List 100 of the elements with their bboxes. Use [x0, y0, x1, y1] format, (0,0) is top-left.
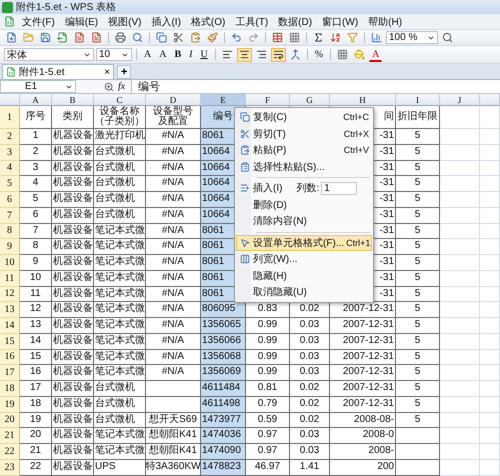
- table-cell: 机器设备: [52, 255, 94, 271]
- row-header[interactable]: 1: [0, 106, 20, 129]
- row-header[interactable]: 12: [0, 286, 20, 302]
- table-cell: 4: [20, 176, 52, 192]
- toolbar-button[interactable]: [113, 30, 128, 44]
- menu-item[interactable]: 格式(O): [188, 14, 228, 28]
- table-cell: [480, 208, 500, 224]
- font-size-button[interactable]: A: [156, 48, 170, 62]
- shortcut-label: Ctrl+C: [343, 112, 369, 122]
- row-header[interactable]: 19: [0, 396, 20, 412]
- merge-icon: [290, 49, 301, 60]
- table-cell: 10: [20, 270, 52, 286]
- column-header[interactable]: A: [20, 94, 52, 106]
- formula-field[interactable]: 编号: [131, 80, 500, 93]
- row-header[interactable]: 4: [0, 160, 20, 176]
- table-cell: [480, 255, 500, 271]
- folder-icon: [23, 32, 34, 43]
- menu-item[interactable]: 帮助(H): [365, 14, 406, 28]
- table-cell: 2008-08-: [330, 412, 396, 428]
- format-button[interactable]: I: [186, 48, 196, 62]
- row-header[interactable]: 23: [0, 460, 20, 476]
- row-header[interactable]: 14: [0, 318, 20, 334]
- font-size-button[interactable]: A: [141, 48, 154, 62]
- table-cell: 机器设备: [52, 318, 94, 334]
- row-header[interactable]: 3: [0, 144, 20, 160]
- row-header[interactable]: 8: [0, 224, 20, 240]
- row-header[interactable]: 22: [0, 444, 20, 460]
- percent-button[interactable]: %: [312, 48, 326, 62]
- close-button[interactable]: ×: [104, 66, 110, 78]
- row-header[interactable]: 5: [0, 176, 20, 192]
- table-cell: 0.99: [246, 334, 290, 350]
- count-field[interactable]: 1: [321, 182, 358, 195]
- export-icon: [57, 32, 68, 43]
- align-button[interactable]: [236, 48, 252, 62]
- row-header[interactable]: 7: [0, 208, 20, 224]
- pointer-icon: [240, 238, 250, 248]
- row-header[interactable]: 13: [0, 302, 20, 318]
- column-header[interactable]: I: [396, 94, 440, 106]
- column-header[interactable]: E: [201, 94, 246, 106]
- function-button[interactable]: fx: [118, 81, 128, 92]
- menu-item[interactable]: 视图(V): [105, 14, 144, 28]
- column-header[interactable]: B: [52, 94, 94, 106]
- row-header[interactable]: 17: [0, 365, 20, 381]
- corner-cell[interactable]: [0, 94, 20, 106]
- menu-item[interactable]: 编辑(E): [62, 14, 102, 28]
- column-header[interactable]: D: [146, 94, 201, 106]
- table-cell: #N/A: [146, 208, 201, 224]
- zoom-field[interactable]: 100 %: [386, 31, 438, 44]
- row-header[interactable]: 11: [0, 270, 20, 286]
- table-cell: [480, 365, 500, 381]
- row-header[interactable]: 6: [0, 192, 20, 208]
- table-cell: 15: [20, 350, 52, 366]
- name-box[interactable]: E1: [0, 80, 76, 93]
- row-header[interactable]: 15: [0, 334, 20, 350]
- font-field[interactable]: 宋体: [4, 48, 94, 61]
- menu-item[interactable]: 数据(D): [275, 14, 316, 28]
- format-button[interactable]: B: [171, 48, 184, 62]
- font-size-field[interactable]: 10: [96, 48, 132, 61]
- toolbar-button[interactable]: [440, 30, 455, 44]
- app-icon: [4, 16, 15, 27]
- menu-item[interactable]: 插入(I): [148, 14, 184, 28]
- table-cell: [396, 428, 440, 444]
- save-icon: [40, 32, 51, 43]
- table-cell: 12: [20, 302, 52, 318]
- table-cell: 1474036: [201, 428, 246, 444]
- menu-item[interactable]: 文件(F): [19, 14, 58, 28]
- menu-item[interactable]: 工具(T): [232, 14, 272, 28]
- font-color-button[interactable]: A: [369, 48, 382, 62]
- row-header[interactable]: 2: [0, 129, 20, 145]
- row-header[interactable]: 20: [0, 412, 20, 428]
- table-cell: 笔记本式微: [94, 255, 146, 271]
- align-button[interactable]: [270, 48, 286, 62]
- format-button[interactable]: U: [197, 48, 211, 62]
- table-cell: 5: [396, 365, 440, 381]
- table-cell: [440, 286, 480, 302]
- toolbar-button[interactable]: [270, 30, 285, 44]
- column-header[interactable]: G: [290, 94, 330, 106]
- table-cell: 1356065: [201, 318, 246, 334]
- column-header[interactable]: F: [246, 94, 290, 106]
- document-tab[interactable]: 附件1-5.et ×: [2, 64, 114, 79]
- row-header[interactable]: 18: [0, 381, 20, 397]
- table-cell: [440, 460, 480, 476]
- table-cell: 机器设备: [52, 176, 94, 192]
- row-header[interactable]: 9: [0, 239, 20, 255]
- table-cell: [480, 144, 500, 160]
- app-logo-icon: [2, 2, 13, 12]
- new-tab-button[interactable]: +: [117, 65, 132, 79]
- table-cell: 机器设备: [52, 334, 94, 350]
- column-header[interactable]: C: [94, 94, 146, 106]
- menu-item[interactable]: 窗口(W): [319, 14, 362, 28]
- table-cell: 台式微机: [94, 160, 146, 176]
- zoom-icon[interactable]: [104, 82, 114, 92]
- menu-item[interactable]: 设置单元格格式(F)... Ctrl+1: [236, 234, 372, 251]
- row-header[interactable]: 10: [0, 255, 20, 271]
- row-header[interactable]: 16: [0, 350, 20, 366]
- table-cell: #N/A: [146, 160, 201, 176]
- column-header[interactable]: J: [440, 94, 480, 106]
- row-header[interactable]: 21: [0, 428, 20, 444]
- table-cell: 2007-12-31: [330, 302, 396, 318]
- column-header[interactable]: H: [330, 94, 396, 106]
